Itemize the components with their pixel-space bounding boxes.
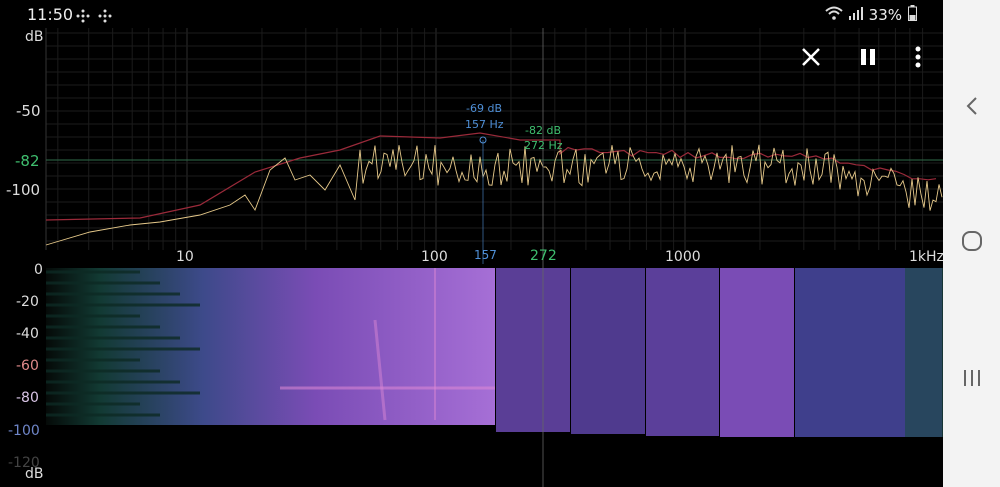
spectrogram-block: [496, 268, 570, 432]
app-screen: 11:50 33% dB -50 -82 -100 10 100 1000 1k…: [0, 0, 943, 487]
peak-blue-db: -69 dB: [466, 102, 502, 115]
close-icon[interactable]: [799, 45, 823, 69]
peak-green-hz: 272 Hz: [524, 139, 563, 152]
analyzer-plot: [45, 28, 943, 487]
x-tick-100: 100: [421, 249, 448, 265]
spectrogram: [46, 268, 943, 437]
navigation-bar: [943, 0, 1000, 487]
x-tick-1khz: 1kHz: [909, 249, 943, 265]
marker-blue-label: 157: [474, 248, 497, 262]
x-tick-10: 10: [176, 249, 194, 265]
spectrogram-block: [571, 268, 645, 434]
peak-blue-hz: 157 Hz: [465, 118, 504, 131]
spectrum-y-unit: dB: [25, 29, 44, 45]
recents-icon: [962, 369, 982, 391]
back-button[interactable]: [943, 88, 1000, 128]
peak-green-db: -82 dB: [525, 124, 561, 137]
spectrum-y-tick-50: -50: [16, 102, 41, 120]
more-vert-icon[interactable]: [906, 45, 930, 69]
spectrum-y-tick-100: -100: [6, 181, 41, 199]
gram-y-tick-20: -20: [16, 294, 39, 310]
gram-y-tick-40: -40: [16, 326, 39, 342]
pause-icon[interactable]: [856, 45, 880, 69]
chevron-left-icon: [965, 96, 979, 120]
spectrogram-block: [905, 268, 943, 437]
gram-y-tick-0: 0: [34, 262, 43, 278]
gram-y-tick-60: -60: [16, 358, 39, 374]
gram-y-tick-100: -100: [8, 423, 40, 439]
spectrogram-block: [46, 268, 495, 425]
home-button[interactable]: [943, 223, 1000, 263]
marker-green-label: 272: [530, 248, 557, 264]
recents-button[interactable]: [943, 360, 1000, 400]
threshold-label: -82: [15, 152, 40, 170]
x-tick-1000: 1000: [665, 249, 701, 265]
gram-y-tick-80: -80: [16, 390, 39, 406]
home-circle-icon: [961, 230, 983, 256]
spectrogram-block: [720, 268, 794, 437]
spectrogram-block: [646, 268, 719, 436]
gram-y-unit: dB: [25, 466, 44, 482]
